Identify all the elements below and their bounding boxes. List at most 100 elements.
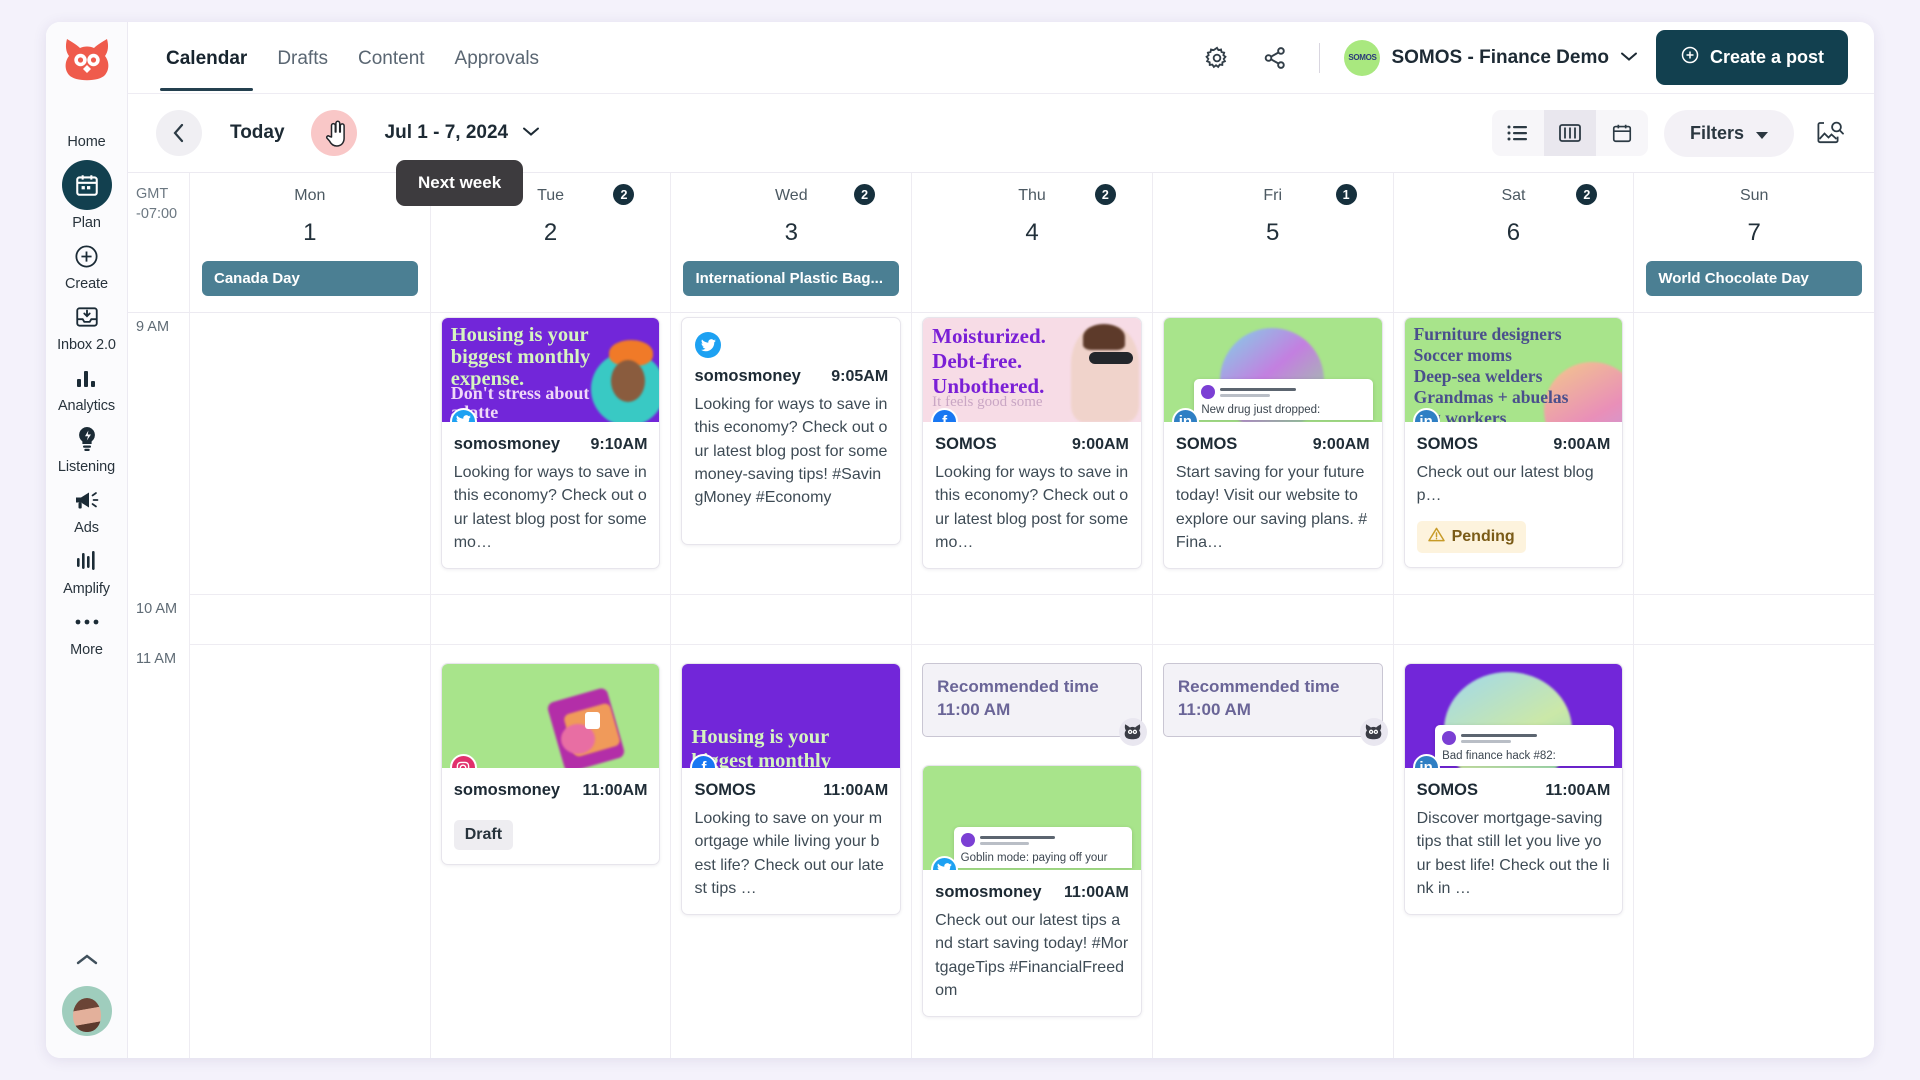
day-column-sun[interactable] — [1634, 313, 1874, 1058]
gear-icon[interactable] — [1197, 38, 1237, 78]
media-headline: Furniture designers Soccer moms Deep-sea… — [1414, 324, 1617, 422]
day-column-tue[interactable]: Housing is your biggest monthly expense.… — [431, 313, 672, 1058]
signal-bars-icon — [72, 546, 102, 576]
filters-button[interactable]: Filters — [1664, 110, 1794, 157]
hour-label: 9 AM — [136, 319, 169, 335]
holiday-chip[interactable]: International Plastic Bag... — [683, 261, 899, 296]
post-network-row — [682, 318, 900, 358]
hootsuite-owl-logo[interactable] — [61, 36, 113, 82]
sidebar-item-home[interactable]: Home — [46, 92, 128, 153]
sidebar-item-ads[interactable]: Ads — [46, 478, 128, 539]
today-button[interactable]: Today — [214, 112, 301, 154]
main-area: Calendar Drafts Content Approvals — [128, 22, 1874, 1058]
day-column-mon[interactable] — [190, 313, 431, 1058]
recommended-time-slot[interactable]: Recommended time 11:00 AM — [1163, 663, 1383, 737]
tab-calendar[interactable]: Calendar — [158, 25, 255, 91]
post-account: SOMOS — [935, 435, 996, 454]
day-number: 2 — [544, 219, 557, 247]
recommended-time-slot[interactable]: Recommended time 11:00 AM — [922, 663, 1142, 737]
media-headline: Housing is your biggest monthly expense. — [451, 324, 595, 390]
recommended-time-label: Recommended time — [937, 676, 1127, 699]
post-time: 11:00AM — [1064, 884, 1129, 902]
day-of-week: Sun — [1740, 187, 1768, 205]
plus-circle-icon — [72, 241, 102, 271]
tab-label: Approvals — [455, 48, 540, 69]
post-time: 9:00AM — [1072, 436, 1129, 454]
day-column-sat[interactable]: Furniture designers Soccer moms Deep-sea… — [1394, 313, 1635, 1058]
post-card[interactable]: Housing is your biggest monthly f SOMOS … — [681, 663, 901, 915]
sidebar-item-plan[interactable]: Plan — [46, 153, 128, 234]
post-body: somosmoney 11:00AM Draft — [442, 768, 660, 864]
day-of-week: Mon — [294, 187, 325, 205]
holiday-chip[interactable]: Canada Day — [202, 261, 418, 296]
post-card[interactable]: somosmoney 9:05AM Looking for ways to sa… — [681, 317, 901, 545]
sidebar-item-create[interactable]: Create — [46, 234, 128, 295]
next-week-button[interactable] — [311, 110, 357, 156]
sidebar-item-amplify[interactable]: Amplify — [46, 539, 128, 600]
post-time: 9:00AM — [1313, 436, 1370, 454]
sidebar-item-label: Amplify — [63, 581, 110, 597]
owl-icon — [1119, 718, 1147, 746]
post-card[interactable]: Housing is your biggest monthly expense.… — [441, 317, 661, 569]
sidebar-item-analytics[interactable]: Analytics — [46, 356, 128, 417]
post-card[interactable]: Bad finance hack #82: in SOMOS 11:00AM D… — [1404, 663, 1624, 915]
account-logo: SOMOS — [1344, 40, 1380, 76]
account-selector[interactable]: SOMOS SOMOS - Finance Demo — [1344, 40, 1637, 76]
embedded-post-preview: Goblin mode: paying off your — [954, 827, 1133, 868]
post-card[interactable]: Goblin mode: paying off your somosmoney … — [922, 765, 1142, 1017]
sidebar-item-label: Ads — [74, 520, 99, 536]
post-card[interactable]: Moisturized. Debt-free. Unbothered. It f… — [922, 317, 1142, 569]
tab-content[interactable]: Content — [350, 25, 433, 91]
owl-icon — [1360, 718, 1388, 746]
day-of-week: Wed — [775, 187, 808, 205]
post-media: Goblin mode: paying off your — [923, 766, 1141, 870]
share-icon[interactable] — [1255, 38, 1295, 78]
month-view-icon[interactable] — [1596, 110, 1648, 156]
sidebar-item-inbox[interactable]: Inbox 2.0 — [46, 295, 128, 356]
chevron-down-icon — [1620, 49, 1638, 67]
post-time: 9:05AM — [831, 368, 888, 386]
previous-week-button[interactable] — [156, 110, 202, 156]
day-column-fri[interactable]: New drug just dropped: in SOMOS 9:00AM S… — [1153, 313, 1394, 1058]
chevron-up-icon[interactable] — [75, 953, 99, 972]
media-headline: Moisturized. Debt-free. Unbothered. — [932, 324, 1089, 398]
week-view-icon[interactable] — [1544, 110, 1596, 156]
sidebar-item-listening[interactable]: Listening — [46, 417, 128, 478]
media-headline: Housing is your — [691, 726, 896, 748]
post-text: Looking for ways to save in this economy… — [454, 461, 648, 554]
create-post-button[interactable]: Create a post — [1656, 30, 1848, 85]
day-column-wed[interactable]: somosmoney 9:05AM Looking for ways to sa… — [671, 313, 912, 1058]
hour-label: 11 AM — [136, 651, 176, 667]
recommended-time-label: Recommended time — [1178, 676, 1368, 699]
post-card[interactable]: New drug just dropped: in SOMOS 9:00AM S… — [1163, 317, 1383, 569]
tab-approvals[interactable]: Approvals — [447, 25, 548, 91]
sidebar-item-more[interactable]: More — [46, 600, 128, 661]
hour-label: 10 AM — [136, 601, 177, 617]
list-view-icon[interactable] — [1492, 110, 1544, 156]
embed-caption: Bad finance hack #82: — [1442, 750, 1607, 764]
post-media: Housing is your biggest monthly f — [682, 664, 900, 768]
avatar[interactable] — [62, 986, 112, 1036]
holiday-chip[interactable]: World Chocolate Day — [1646, 261, 1862, 296]
post-media: Moisturized. Debt-free. Unbothered. It f… — [923, 318, 1141, 422]
post-media: Bad finance hack #82: in — [1405, 664, 1623, 768]
image-search-icon[interactable] — [1810, 113, 1850, 153]
primary-tabs: Calendar Drafts Content Approvals — [158, 22, 547, 93]
hour-gutter: 9 AM 10 AM 11 AM — [128, 313, 190, 1058]
date-range-selector[interactable]: Jul 1 - 7, 2024 — [385, 122, 541, 144]
ellipsis-icon — [72, 607, 102, 637]
tab-drafts[interactable]: Drafts — [269, 25, 336, 91]
calendar-grid[interactable]: 9 AM 10 AM 11 AM Housing is your biggest… — [128, 312, 1874, 1058]
sidebar-item-label: Create — [65, 276, 108, 292]
day-columns: Housing is your biggest monthly expense.… — [190, 313, 1874, 1058]
day-column-thu[interactable]: Moisturized. Debt-free. Unbothered. It f… — [912, 313, 1153, 1058]
instagram-icon — [450, 754, 477, 768]
post-account: somosmoney — [454, 435, 560, 454]
post-card[interactable]: somosmoney 11:00AM Draft — [441, 663, 661, 865]
left-nav-rail: Home Plan Create — [46, 22, 128, 1058]
post-card[interactable]: Furniture designers Soccer moms Deep-sea… — [1404, 317, 1624, 568]
status-label: Pending — [1452, 528, 1515, 546]
sidebar-item-label: Home — [67, 134, 105, 150]
post-body: somosmoney 9:05AM Looking for ways to sa… — [682, 358, 900, 524]
post-time: 9:00AM — [1553, 436, 1610, 454]
